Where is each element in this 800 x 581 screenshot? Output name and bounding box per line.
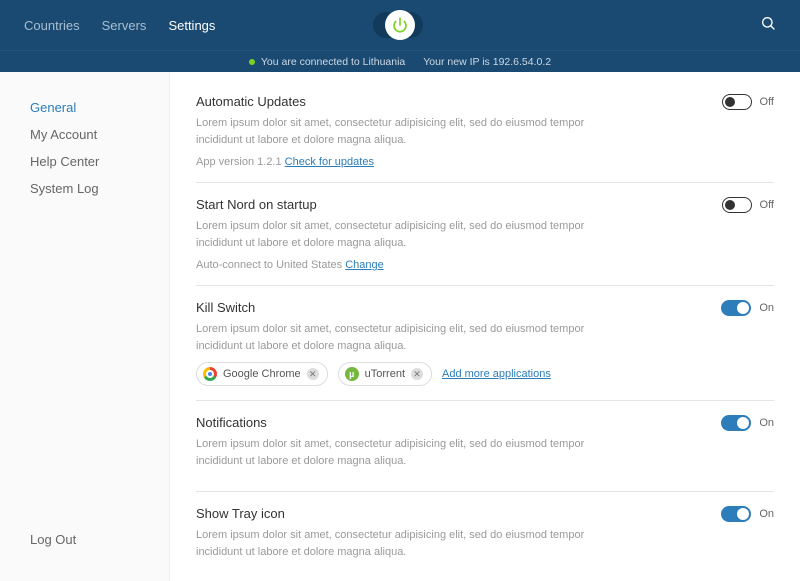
switch-icon[interactable] (722, 197, 752, 213)
ip-value: 192.6.54.0.2 (493, 56, 551, 68)
connection-status: You are connected to Lithuania (249, 56, 405, 68)
toggle-kill-switch[interactable]: On (721, 300, 774, 316)
utorrent-icon: µ (345, 367, 359, 381)
switch-icon[interactable] (721, 506, 751, 522)
chip-label: Google Chrome (223, 368, 301, 380)
check-for-updates-link[interactable]: Check for updates (285, 156, 374, 168)
section-description: Lorem ipsum dolor sit amet, consectetur … (196, 321, 596, 354)
section-title: Automatic Updates (196, 94, 774, 109)
section-description: Lorem ipsum dolor sit amet, consectetur … (196, 218, 596, 251)
ip-status: Your new IP is 192.6.54.0.2 (423, 56, 551, 68)
sidebar-item-general[interactable]: General (30, 94, 169, 121)
chip-label: uTorrent (365, 368, 405, 380)
toggle-state-label: On (759, 417, 774, 429)
top-navigation-bar: Countries Servers Settings (0, 0, 800, 50)
toggle-state-label: On (759, 302, 774, 314)
connection-power-toggle[interactable] (385, 10, 415, 40)
section-description: Lorem ipsum dolor sit amet, consectetur … (196, 115, 596, 148)
sidebar-item-help-center[interactable]: Help Center (30, 148, 169, 175)
search-button[interactable] (760, 15, 776, 36)
chrome-icon (203, 367, 217, 381)
tab-servers[interactable]: Servers (102, 18, 147, 33)
toggle-automatic-updates[interactable]: Off (722, 94, 774, 110)
sidebar-item-system-log[interactable]: System Log (30, 175, 169, 202)
logout-button[interactable]: Log Out (30, 524, 169, 565)
section-title: Show Tray icon (196, 506, 774, 521)
toggle-notifications[interactable]: On (721, 415, 774, 431)
sidebar-item-my-account[interactable]: My Account (30, 121, 169, 148)
section-automatic-updates: Off Automatic Updates Lorem ipsum dolor … (196, 90, 774, 183)
section-notifications: On Notifications Lorem ipsum dolor sit a… (196, 401, 774, 492)
auto-connect-line: Auto-connect to United States Change (196, 259, 774, 271)
switch-icon[interactable] (722, 94, 752, 110)
section-start-on-startup: Off Start Nord on startup Lorem ipsum do… (196, 183, 774, 286)
section-description: Lorem ipsum dolor sit amet, consectetur … (196, 527, 596, 560)
chip-remove-button[interactable]: ✕ (307, 368, 319, 380)
toggle-state-label: On (759, 508, 774, 520)
switch-icon[interactable] (721, 415, 751, 431)
section-title: Kill Switch (196, 300, 774, 315)
status-dot-icon (249, 59, 255, 65)
toggle-state-label: Off (760, 199, 774, 211)
main-tabs: Countries Servers Settings (24, 18, 215, 33)
chip-utorrent: µ uTorrent ✕ (338, 362, 432, 386)
change-autoconnect-link[interactable]: Change (345, 259, 384, 271)
section-description: Lorem ipsum dolor sit amet, consectetur … (196, 436, 596, 469)
switch-icon[interactable] (721, 300, 751, 316)
tab-settings[interactable]: Settings (168, 18, 215, 33)
chip-google-chrome: Google Chrome ✕ (196, 362, 328, 386)
section-kill-switch: On Kill Switch Lorem ipsum dolor sit ame… (196, 286, 774, 401)
search-icon (760, 15, 776, 31)
status-bar: You are connected to Lithuania Your new … (0, 50, 800, 72)
add-more-applications-link[interactable]: Add more applications (442, 368, 551, 380)
toggle-start-on-startup[interactable]: Off (722, 197, 774, 213)
chip-remove-button[interactable]: ✕ (411, 368, 423, 380)
app-version-line: App version 1.2.1 Check for updates (196, 156, 774, 168)
toggle-state-label: Off (760, 96, 774, 108)
power-icon (392, 17, 408, 33)
kill-switch-app-chips: Google Chrome ✕ µ uTorrent ✕ Add more ap… (196, 362, 774, 386)
section-title: Start Nord on startup (196, 197, 774, 212)
section-show-tray-icon: On Show Tray icon Lorem ipsum dolor sit … (196, 492, 774, 581)
power-button[interactable] (385, 10, 415, 40)
settings-main-panel: Off Automatic Updates Lorem ipsum dolor … (170, 72, 800, 581)
toggle-show-tray-icon[interactable]: On (721, 506, 774, 522)
tab-countries[interactable]: Countries (24, 18, 80, 33)
settings-sidebar: General My Account Help Center System Lo… (0, 72, 170, 581)
section-title: Notifications (196, 415, 774, 430)
